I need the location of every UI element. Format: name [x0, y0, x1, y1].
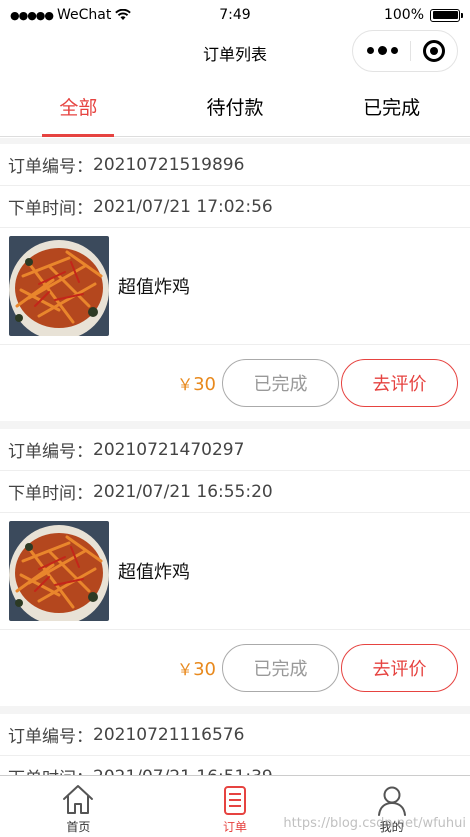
order-time-value: 2021/07/21 17:02:56: [93, 196, 273, 217]
order-card: 订单编号： 20210721470297 下单时间： 2021/07/21 16…: [0, 429, 470, 706]
tabbar-home-label: 首页: [66, 820, 91, 834]
battery-percent: 100%: [383, 7, 424, 23]
carrier-group: ●●●●● WeChat: [10, 7, 132, 23]
battery-icon: [430, 8, 463, 22]
order-actions: ￥30 已完成 去评价: [0, 630, 470, 706]
order-number-row: 订单编号： 20210721116576: [0, 714, 470, 756]
order-number-label: 订单编号：: [8, 727, 93, 747]
tab-completed[interactable]: 已完成: [313, 76, 470, 136]
order-time-row: 下单时间： 2021/07/21 17:02:56: [0, 186, 470, 228]
order-card: 订单编号： 20210721519896 下单时间： 2021/07/21 17…: [0, 144, 470, 421]
user-icon: [377, 786, 406, 816]
order-time-row: 下单时间： 2021/07/21 16:55:20: [0, 471, 470, 513]
capsule-divider: [410, 41, 411, 61]
goods-image: [9, 521, 109, 621]
mini-program-capsule: [352, 30, 458, 72]
order-actions: ￥30 已完成 去评价: [0, 345, 470, 421]
bottom-tab-bar: 首页 订单 我的 https://blog.csdn.net/wfuhui: [0, 775, 470, 837]
order-number-label: 订单编号：: [8, 442, 93, 462]
tabbar-home[interactable]: 首页: [0, 776, 157, 837]
price-value: 30: [193, 374, 216, 395]
battery-group: 100%: [383, 7, 463, 23]
order-time-label: 下单时间：: [8, 484, 93, 504]
order-time-value: 2021/07/21 16:55:20: [93, 481, 273, 502]
tabbar-profile[interactable]: 我的: [313, 776, 470, 837]
order-price: ￥30: [177, 656, 216, 680]
status-bar: ●●●●● WeChat 7:49 100%: [0, 0, 470, 30]
order-time-value: 2021/07/21 16:51:39: [93, 767, 273, 776]
goods-row[interactable]: 超值炸鸡: [0, 513, 470, 630]
review-button[interactable]: 去评价: [341, 644, 458, 692]
page-title: 订单列表: [202, 45, 267, 64]
order-icon: [224, 786, 246, 815]
tab-all[interactable]: 全部: [0, 76, 157, 137]
order-time-row: 下单时间： 2021/07/21 16:51:39: [0, 756, 470, 776]
currency-symbol: ￥: [177, 660, 194, 679]
signal-icon: ●●●●●: [10, 8, 54, 22]
goods-image: [9, 236, 109, 336]
close-mini-program-icon[interactable]: [423, 40, 445, 62]
order-tabs: 全部 待付款 已完成: [0, 76, 470, 137]
completed-button[interactable]: 已完成: [222, 644, 339, 692]
tab-pending-payment[interactable]: 待付款: [157, 76, 314, 136]
order-number-label: 订单编号：: [8, 157, 93, 177]
tabbar-profile-label: 我的: [379, 820, 404, 834]
goods-name: 超值炸鸡: [118, 562, 190, 583]
carrier-name: WeChat: [57, 7, 112, 23]
order-time-label: 下单时间：: [8, 199, 93, 219]
tabbar-orders-label: 订单: [223, 820, 248, 834]
completed-button[interactable]: 已完成: [222, 359, 339, 407]
order-price: ￥30: [177, 371, 216, 395]
goods-name: 超值炸鸡: [118, 277, 190, 298]
currency-symbol: ￥: [177, 375, 194, 394]
wifi-icon: [115, 9, 132, 20]
navigation-bar: 订单列表: [0, 30, 470, 76]
price-value: 30: [193, 659, 216, 680]
tabbar-orders[interactable]: 订单: [157, 776, 314, 837]
more-icon[interactable]: [367, 46, 398, 55]
order-number-value: 20210721519896: [93, 154, 245, 175]
goods-row[interactable]: 超值炸鸡: [0, 228, 470, 345]
order-time-label: 下单时间：: [8, 764, 93, 775]
order-number-row: 订单编号： 20210721519896: [0, 144, 470, 186]
order-number-row: 订单编号： 20210721470297: [0, 429, 470, 471]
order-number-value: 20210721116576: [93, 724, 245, 745]
order-list[interactable]: 订单编号： 20210721519896 下单时间： 2021/07/21 17…: [0, 138, 470, 775]
order-number-value: 20210721470297: [93, 439, 245, 460]
review-button[interactable]: 去评价: [341, 359, 458, 407]
home-icon: [63, 785, 94, 814]
order-card: 订单编号： 20210721116576 下单时间： 2021/07/21 16…: [0, 714, 470, 775]
